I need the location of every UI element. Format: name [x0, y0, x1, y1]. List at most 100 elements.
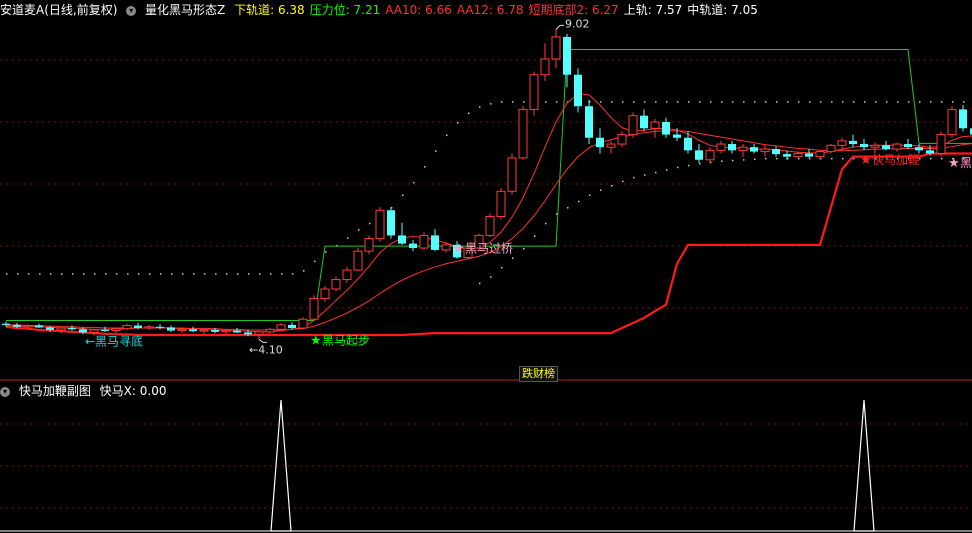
grid-layer: [0, 59, 972, 509]
upper-band-dot: [182, 273, 184, 275]
upper-band-dot: [281, 273, 283, 275]
upper-band-dot: [160, 273, 162, 275]
candle-body: [870, 144, 880, 148]
upper-band-dot: [171, 273, 173, 275]
lower-band-dot: [831, 157, 833, 160]
lower-band-dot: [567, 207, 569, 209]
candle-body: [650, 121, 660, 129]
upper-band-dot: [138, 273, 140, 275]
candle-body: [805, 153, 813, 157]
chart-canvas[interactable]: 9.02←4.10←黑马寻底★黑马起步★黑马过桥★快马加鞭★黑马: [0, 0, 972, 533]
candle-body: [574, 74, 582, 107]
candle-body: [485, 216, 495, 236]
candle-body: [617, 134, 627, 145]
candle-body: [79, 329, 87, 333]
candle-body: [89, 329, 99, 333]
upper-band-dot: [369, 222, 371, 225]
indicator-name[interactable]: 量化黑马形态Z: [145, 3, 225, 17]
candle-body: [596, 137, 604, 148]
lower-band-dot: [743, 159, 745, 161]
candle-body: [387, 210, 395, 236]
sub-indicator-name[interactable]: 快马加鞭副图: [19, 384, 91, 398]
candle-body: [122, 325, 132, 330]
indicator-value-item: 短期底部2: 6.27: [528, 3, 619, 17]
upper-band-dot: [611, 101, 613, 103]
star-icon: ★: [310, 334, 322, 349]
lower-band-dot: [677, 166, 679, 169]
lower-band-dot: [479, 282, 481, 285]
lower-band-dot: [853, 157, 855, 160]
lower-band-dot: [721, 160, 723, 162]
candle-body: [849, 140, 857, 145]
upper-band-dot: [864, 101, 866, 103]
upper-band-dot: [677, 101, 679, 103]
candle-body: [750, 147, 758, 152]
indicator-value-item: 压力位: 7.21: [309, 3, 381, 17]
candle-body: [56, 327, 66, 331]
upper-band-dot: [28, 273, 30, 275]
candle-body: [959, 109, 967, 129]
upper-band-dot: [930, 101, 932, 103]
candle-body: [662, 121, 670, 135]
upper-band-dot: [710, 101, 712, 103]
lower-band-dot: [589, 194, 591, 196]
lower-band-dot: [941, 157, 943, 160]
candle-body: [46, 327, 54, 330]
upper-band-dot: [105, 273, 107, 275]
candle-body: [783, 154, 791, 157]
upper-band-dot: [204, 273, 206, 275]
upper-band-dot: [754, 101, 756, 103]
signal-label: 快马加鞭: [872, 153, 920, 167]
candle-body: [904, 144, 912, 148]
candle-body: [915, 147, 923, 151]
upper-band-dot: [303, 270, 305, 272]
high-marker-line: [555, 24, 564, 30]
candle-body: [221, 330, 231, 333]
upper-band-dot: [941, 101, 943, 103]
candle-body: [496, 190, 506, 218]
upper-band-dot: [259, 273, 261, 275]
low-marker-line: [258, 338, 267, 343]
indicator-value-item: 下轨道: 6.38: [234, 3, 305, 17]
candle-body: [199, 329, 209, 332]
candle-body: [695, 150, 703, 160]
candle-body: [398, 235, 406, 244]
stock-title: 安道麦A(日线,前复权): [0, 3, 118, 17]
upper-band-dot: [776, 101, 778, 103]
candle-body: [320, 288, 330, 299]
upper-band-dot: [17, 273, 19, 275]
candle-body: [518, 108, 528, 159]
candle-body: [211, 329, 219, 332]
upper-band-dot: [655, 101, 657, 103]
candle-body: [23, 325, 33, 328]
candle-body: [815, 151, 825, 158]
lower-band-dot: [622, 180, 624, 183]
candle-body: [540, 58, 550, 76]
dots-layer: [6, 101, 965, 285]
sub-indicator-values: 快马X: 0.00: [100, 384, 172, 398]
annotation-layer: 9.02←4.10←黑马寻底★黑马起步★黑马过桥★快马加鞭★黑马: [85, 17, 972, 356]
collapse-icon[interactable]: ▾: [126, 5, 137, 16]
candle-body: [254, 331, 264, 335]
upper-band-dot: [457, 121, 459, 124]
upper-band-dot: [831, 101, 833, 103]
upper-band-dot: [644, 101, 646, 103]
lower-band-dot: [930, 157, 932, 160]
upper-band-dot: [72, 273, 74, 275]
lower-band-dot: [644, 174, 646, 176]
candle-body: [882, 145, 890, 150]
candle-body: [705, 149, 715, 161]
upper-band-dot: [743, 101, 745, 103]
divider-tag[interactable]: 跌财榜: [519, 366, 558, 382]
indicator-value-item: 上轨: 7.57: [623, 3, 683, 17]
star-icon: ★: [453, 242, 465, 257]
collapse-icon[interactable]: ▾: [0, 386, 10, 397]
upper-band-dot: [787, 101, 789, 103]
upper-band-dot: [842, 101, 844, 103]
low-price-label: ←4.10: [249, 343, 283, 356]
upper-band-dot: [39, 273, 41, 275]
lower-band-dot: [534, 235, 536, 237]
main-header: 安道麦A(日线,前复权) ▾ 量化黑马形态Z 下轨道: 6.38 压力位: 7.2…: [0, 2, 768, 18]
upper-band-dot: [699, 101, 701, 103]
lower-band-dot: [490, 276, 492, 278]
